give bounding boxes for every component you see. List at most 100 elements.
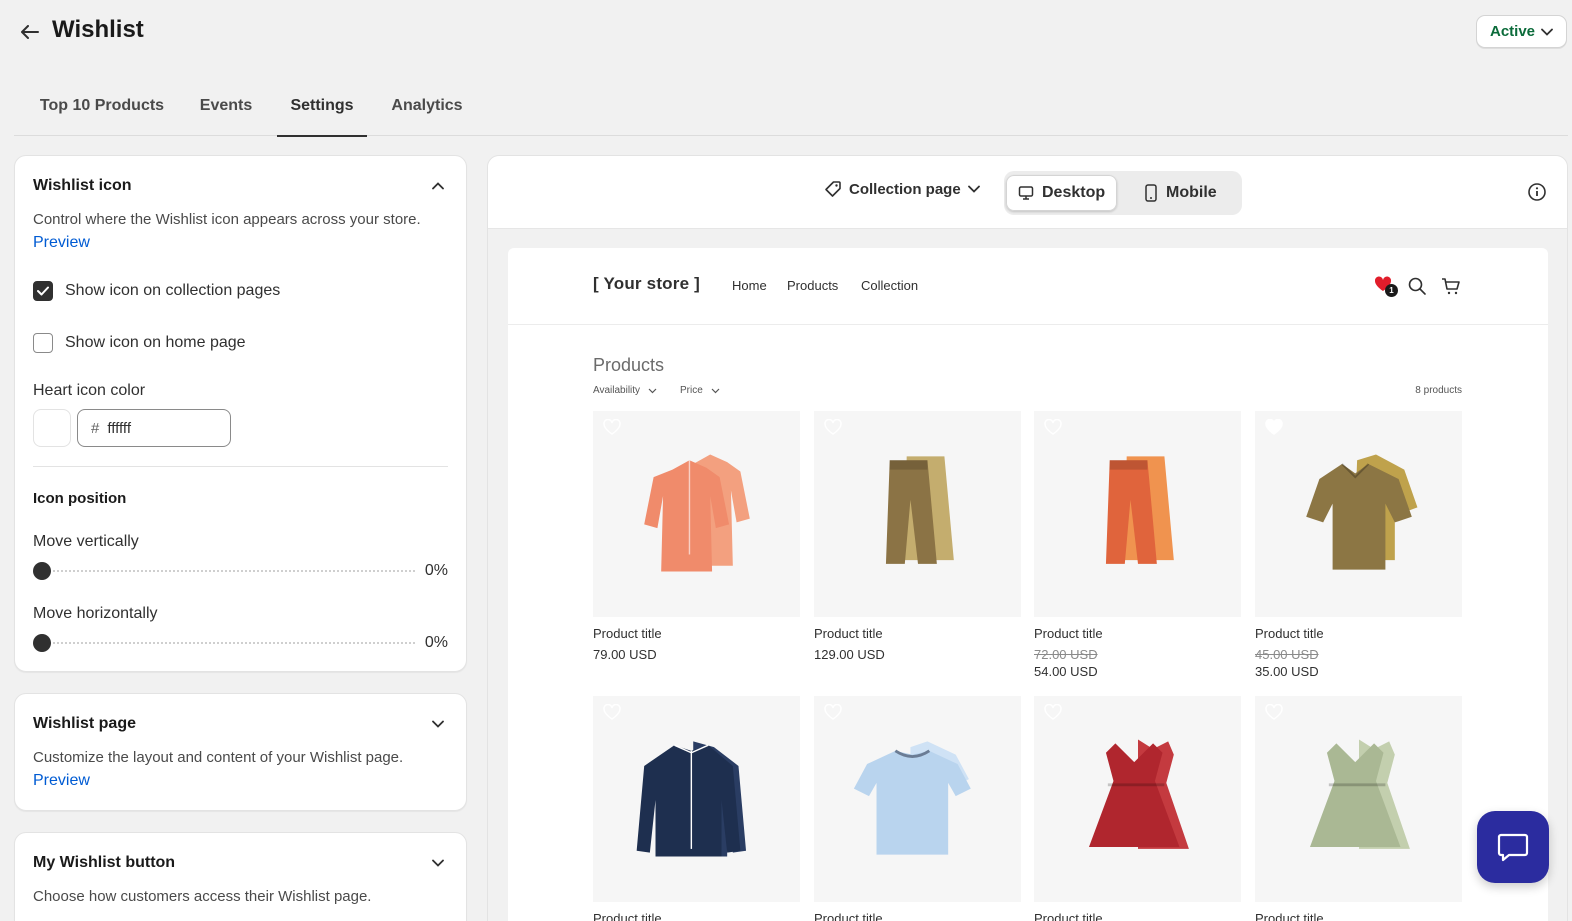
preview-link[interactable]: Preview [33,772,90,790]
product-price: 129.00 USD [814,647,885,662]
heart-outline-icon[interactable] [824,419,842,435]
storefront-mock: [ Your store ] Home Products Collection … [508,248,1548,921]
color-swatch[interactable] [33,409,71,447]
product-price: 54.00 USD [1034,664,1098,679]
checkbox-label: Show icon on home page [65,334,246,351]
tab-top-10-products[interactable]: Top 10 Products [28,84,176,136]
store-nav-home[interactable]: Home [732,278,767,293]
product-title[interactable]: Product title [593,626,800,641]
horizontal-slider[interactable] [33,634,415,652]
product-image[interactable] [814,411,1021,617]
desktop-icon [1018,186,1034,200]
product-title[interactable]: Product title [814,911,1021,921]
cart-icon[interactable] [1441,276,1461,296]
tab-bar: Top 10 Products Events Settings Analytic… [14,84,1568,137]
product-image[interactable] [1255,696,1462,902]
tab-events[interactable]: Events [198,84,254,136]
wishlist-heart-icon[interactable]: 1 [1374,276,1398,297]
product-card[interactable]: Product title [814,696,1021,921]
filter-label: Availability [593,385,641,396]
info-icon[interactable] [1527,182,1547,202]
hex-color-input[interactable]: # ffffff [77,409,231,447]
product-card[interactable]: Product title 45.00 USD 35.00 USD [1255,411,1462,679]
store-nav-products[interactable]: Products [787,278,838,293]
chevron-down-icon [648,388,657,393]
card-title: My Wishlist button [33,854,176,871]
heart-outline-icon[interactable] [824,704,842,720]
product-card[interactable]: Product title [1034,696,1241,921]
search-icon[interactable] [1407,276,1427,296]
product-image[interactable] [1255,411,1462,617]
product-count: 8 products [1415,385,1462,396]
product-title[interactable]: Product title [593,911,800,921]
horizontal-label: Move horizontally [33,605,158,622]
slider-thumb[interactable] [33,634,51,652]
chat-support-button[interactable] [1477,811,1549,883]
product-card[interactable]: Product title [1255,696,1462,921]
desktop-label: Desktop [1042,184,1106,201]
tab-analytics[interactable]: Analytics [389,84,465,136]
divider [33,466,448,467]
heart-outline-icon[interactable] [1265,704,1283,720]
card-description: Customize the layout and content of your… [33,749,404,766]
price-filter[interactable]: Price [680,385,720,396]
product-title[interactable]: Product title [1034,911,1241,921]
heart-outline-icon[interactable] [1044,704,1062,720]
storefront-preview-panel: Collection page Desktop Mobile [ Your st… [487,155,1568,921]
preview-link[interactable]: Preview [33,234,90,252]
product-card[interactable]: Product title 129.00 USD [814,411,1021,662]
product-title[interactable]: Product title [1255,626,1462,641]
availability-filter[interactable]: Availability [593,385,657,396]
icon-position-title: Icon position [33,490,127,507]
product-title[interactable]: Product title [1034,626,1241,641]
product-card[interactable]: Product title [593,696,800,921]
chevron-down-icon[interactable] [430,716,446,732]
compare-at-price: 72.00 USD [1034,647,1098,662]
heart-outline-icon[interactable] [1044,419,1062,435]
product-image[interactable] [593,411,800,617]
heart-outline-icon[interactable] [1265,419,1283,435]
card-description: Choose how customers access their Wishli… [33,888,372,905]
product-image[interactable] [593,696,800,902]
page-type-select[interactable]: Collection page [824,180,980,198]
checkbox-label: Show icon on collection pages [65,282,281,299]
product-title[interactable]: Product title [1255,911,1462,921]
page-title: Wishlist [52,16,144,43]
chevron-down-icon[interactable] [430,855,446,871]
wishlist-page-card: Wishlist page Customize the layout and c… [14,693,467,811]
card-description: Control where the Wishlist icon appears … [33,211,421,228]
wishlist-icon-card: Wishlist icon Control where the Wishlist… [14,155,467,672]
status-dropdown[interactable]: Active [1476,15,1567,48]
preview-toolbar: Collection page Desktop Mobile [488,156,1567,229]
product-image[interactable] [1034,411,1241,617]
store-header: [ Your store ] Home Products Collection … [508,248,1548,325]
tshirt-icon [853,741,971,855]
page-header: Wishlist Active [0,0,1572,62]
product-card[interactable]: Product title 79.00 USD [593,411,800,662]
tab-settings[interactable]: Settings [277,84,367,137]
mobile-button[interactable]: Mobile [1132,175,1229,211]
product-image[interactable] [814,696,1021,902]
card-title: Wishlist page [33,715,136,732]
vertical-slider[interactable] [33,562,415,580]
jacket-icon [636,741,747,857]
heart-outline-icon[interactable] [603,419,621,435]
desktop-button[interactable]: Desktop [1006,175,1118,211]
slider-thumb[interactable] [33,562,51,580]
card-title: Wishlist icon [33,177,132,194]
chevron-up-icon[interactable] [430,178,446,194]
home-checkbox[interactable] [33,333,53,353]
show-on-home-row[interactable]: Show icon on home page [33,333,246,353]
heart-color-label: Heart icon color [33,382,146,399]
mobile-icon [1145,184,1157,202]
show-on-collection-row[interactable]: Show icon on collection pages [33,281,280,301]
product-card[interactable]: Product title 72.00 USD 54.00 USD [1034,411,1241,679]
back-arrow-icon[interactable] [18,20,42,44]
heart-outline-icon[interactable] [603,704,621,720]
product-title[interactable]: Product title [814,626,1021,641]
product-image[interactable] [1034,696,1241,902]
collection-checkbox[interactable] [33,281,53,301]
product-price: 79.00 USD [593,647,657,662]
store-nav-collection[interactable]: Collection [861,278,918,293]
filter-label: Price [680,385,703,396]
